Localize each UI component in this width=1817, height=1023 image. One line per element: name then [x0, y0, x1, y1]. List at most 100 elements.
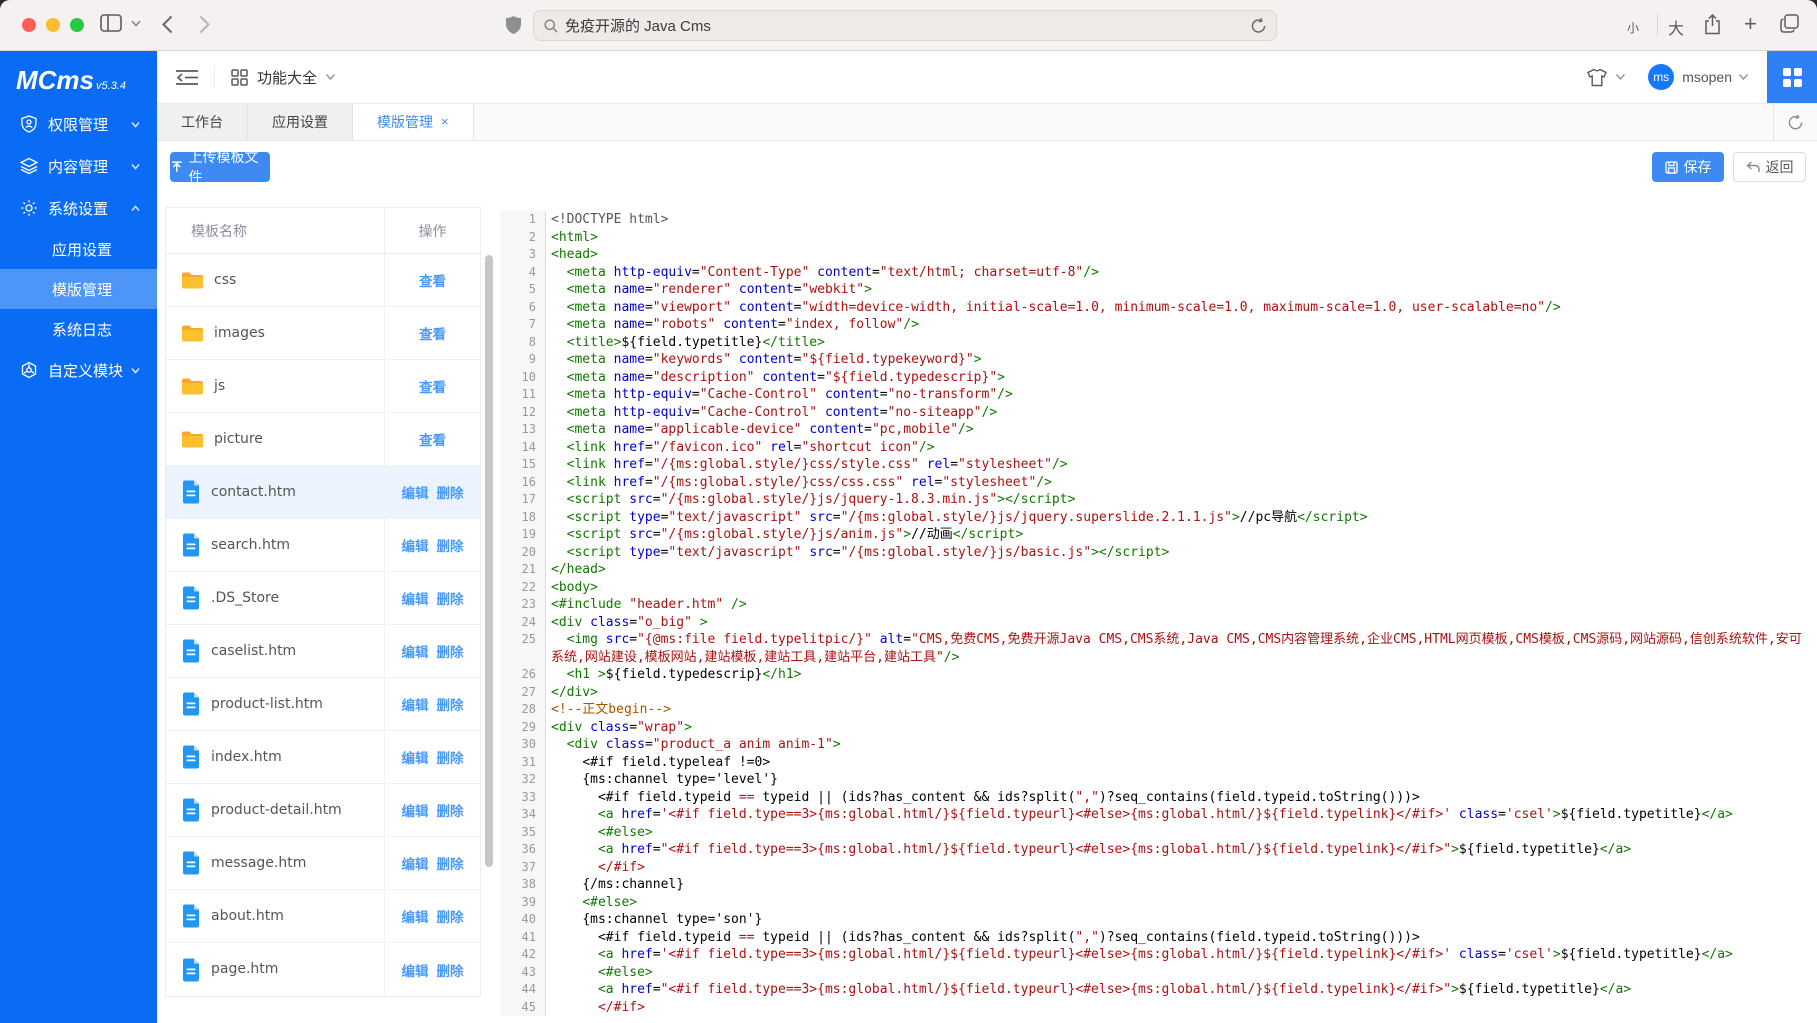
code-line[interactable]: 30 <div class="product_a anim anim-1">	[500, 736, 1810, 754]
action-link[interactable]: 查看	[419, 323, 446, 343]
code-line[interactable]: 2<html>	[500, 229, 1810, 247]
sidebar-item-custom-modules[interactable]: 自定义模块	[0, 349, 157, 391]
table-row[interactable]: message.htm编辑删除	[166, 837, 480, 890]
close-window-button[interactable]	[22, 18, 36, 32]
code-line[interactable]: 25 <img src="{@ms:file field.typelitpic/…	[500, 631, 1810, 666]
action-link[interactable]: 删除	[437, 853, 464, 873]
file-panel-scrollbar[interactable]	[485, 255, 493, 867]
table-row[interactable]: index.htm编辑删除	[166, 731, 480, 784]
new-tab-icon[interactable]: +	[1744, 11, 1757, 37]
upload-template-button[interactable]: 上传模板文件	[170, 152, 270, 182]
privacy-shield-icon[interactable]	[506, 16, 521, 34]
code-line[interactable]: 28<!--正文begin-->	[500, 701, 1810, 719]
table-row[interactable]: images查看	[166, 307, 480, 360]
table-row[interactable]: css查看	[166, 254, 480, 307]
code-line[interactable]: 32 {ms:channel type='level'}	[500, 771, 1810, 789]
table-row[interactable]: picture查看	[166, 413, 480, 466]
code-line[interactable]: 21</head>	[500, 561, 1810, 579]
text-smaller-button[interactable]: 小	[1627, 19, 1639, 36]
code-line[interactable]: 11 <meta http-equiv="Cache-Control" cont…	[500, 386, 1810, 404]
action-link[interactable]: 编辑	[402, 535, 429, 555]
action-link[interactable]: 删除	[437, 960, 464, 980]
chevron-down-icon[interactable]	[1738, 73, 1749, 81]
code-line[interactable]: 27</div>	[500, 684, 1810, 702]
code-line[interactable]: 29<div class="wrap">	[500, 719, 1810, 737]
action-link[interactable]: 查看	[419, 429, 446, 449]
action-link[interactable]: 编辑	[402, 588, 429, 608]
table-row[interactable]: js查看	[166, 360, 480, 413]
action-link[interactable]: 删除	[437, 906, 464, 926]
code-line[interactable]: 8 <title>${field.typetitle}</title>	[500, 334, 1810, 352]
back-button-page[interactable]: 返回	[1733, 152, 1806, 182]
sidebar-item-permissions[interactable]: 权限管理	[0, 103, 157, 145]
table-row[interactable]: product-list.htm编辑删除	[166, 678, 480, 731]
code-line[interactable]: 12 <meta http-equiv="Cache-Control" cont…	[500, 404, 1810, 422]
table-row[interactable]: contact.htm编辑删除	[166, 466, 480, 519]
action-link[interactable]: 删除	[437, 482, 464, 502]
collapse-sidebar-icon[interactable]	[176, 69, 198, 86]
refresh-tab-button[interactable]	[1773, 104, 1817, 140]
user-avatar[interactable]: ms	[1648, 64, 1674, 90]
code-line[interactable]: 7 <meta name="robots" content="index, fo…	[500, 316, 1810, 334]
action-link[interactable]: 编辑	[402, 906, 429, 926]
sidebar-item-template-management[interactable]: 模版管理	[0, 269, 157, 309]
tab-template-management[interactable]: 模版管理 ×	[353, 104, 474, 140]
action-link[interactable]: 查看	[419, 376, 446, 396]
theme-skin-icon[interactable]	[1586, 68, 1608, 87]
minimize-window-button[interactable]	[46, 18, 60, 32]
table-row[interactable]: search.htm编辑删除	[166, 519, 480, 572]
tab-app-settings[interactable]: 应用设置	[248, 104, 353, 140]
table-row[interactable]: caselist.htm编辑删除	[166, 625, 480, 678]
sidebar-toggle-icon[interactable]	[100, 14, 122, 32]
action-link[interactable]: 删除	[437, 747, 464, 767]
sidebar-item-system[interactable]: 系统设置	[0, 187, 157, 229]
apps-launcher-button[interactable]	[1767, 51, 1817, 103]
action-link[interactable]: 删除	[437, 694, 464, 714]
action-link[interactable]: 编辑	[402, 960, 429, 980]
share-icon[interactable]	[1704, 14, 1721, 35]
table-row[interactable]: .DS_Store编辑删除	[166, 572, 480, 625]
code-editor[interactable]: 1<!DOCTYPE html>2<html>3<head>4 <meta ht…	[500, 211, 1810, 1023]
save-button[interactable]: 保存	[1652, 152, 1724, 182]
tab-workbench[interactable]: 工作台	[157, 104, 248, 140]
sidebar-menu-chevron-icon[interactable]	[131, 20, 141, 27]
code-line[interactable]: 23<#include "header.htm" />	[500, 596, 1810, 614]
code-line[interactable]: 13 <meta name="applicable-device" conten…	[500, 421, 1810, 439]
code-line[interactable]: 31 <#if field.typeleaf !=0>	[500, 754, 1810, 772]
forward-button[interactable]	[199, 15, 210, 34]
code-line[interactable]: 42 <a href='<#if field.type==3>{ms:globa…	[500, 946, 1810, 964]
code-line[interactable]: 10 <meta name="description" content="${f…	[500, 369, 1810, 387]
sidebar-item-system-log[interactable]: 系统日志	[0, 309, 157, 349]
action-link[interactable]: 编辑	[402, 800, 429, 820]
back-button[interactable]	[162, 15, 173, 34]
code-line[interactable]: 14 <link href="/favicon.ico" rel="shortc…	[500, 439, 1810, 457]
code-line[interactable]: 9 <meta name="keywords" content="${field…	[500, 351, 1810, 369]
tab-overview-icon[interactable]	[1780, 14, 1799, 33]
action-link[interactable]: 查看	[419, 270, 446, 290]
code-line[interactable]: 15 <link href="/{ms:global.style/}css/st…	[500, 456, 1810, 474]
code-line[interactable]: 17 <script src="/{ms:global.style/}js/jq…	[500, 491, 1810, 509]
text-larger-button[interactable]: 大	[1668, 15, 1684, 39]
code-line[interactable]: 20 <script type="text/javascript" src="/…	[500, 544, 1810, 562]
table-row[interactable]: product-detail.htm编辑删除	[166, 784, 480, 837]
menu-all-functions[interactable]: 功能大全	[257, 67, 317, 88]
code-line[interactable]: 41 <#if field.typeid == typeid || (ids?h…	[500, 929, 1810, 947]
username[interactable]: msopen	[1682, 69, 1732, 85]
code-line[interactable]: 43 <#else>	[500, 964, 1810, 982]
action-link[interactable]: 编辑	[402, 853, 429, 873]
code-line[interactable]: 33 <#if field.typeid == typeid || (ids?h…	[500, 789, 1810, 807]
code-line[interactable]: 3<head>	[500, 246, 1810, 264]
code-line[interactable]: 26 <h1 >${field.typedescrip}</h1>	[500, 666, 1810, 684]
code-line[interactable]: 22<body>	[500, 579, 1810, 597]
sidebar-item-content[interactable]: 内容管理	[0, 145, 157, 187]
action-link[interactable]: 编辑	[402, 747, 429, 767]
zoom-window-button[interactable]	[70, 18, 84, 32]
code-line[interactable]: 36 <a href="<#if field.type==3>{ms:globa…	[500, 841, 1810, 859]
reload-icon[interactable]	[1251, 18, 1266, 34]
code-line[interactable]: 6 <meta name="viewport" content="width=d…	[500, 299, 1810, 317]
code-line[interactable]: 39 <#else>	[500, 894, 1810, 912]
sidebar-item-app-settings[interactable]: 应用设置	[0, 229, 157, 269]
code-line[interactable]: 35 <#else>	[500, 824, 1810, 842]
action-link[interactable]: 删除	[437, 641, 464, 661]
action-link[interactable]: 编辑	[402, 694, 429, 714]
